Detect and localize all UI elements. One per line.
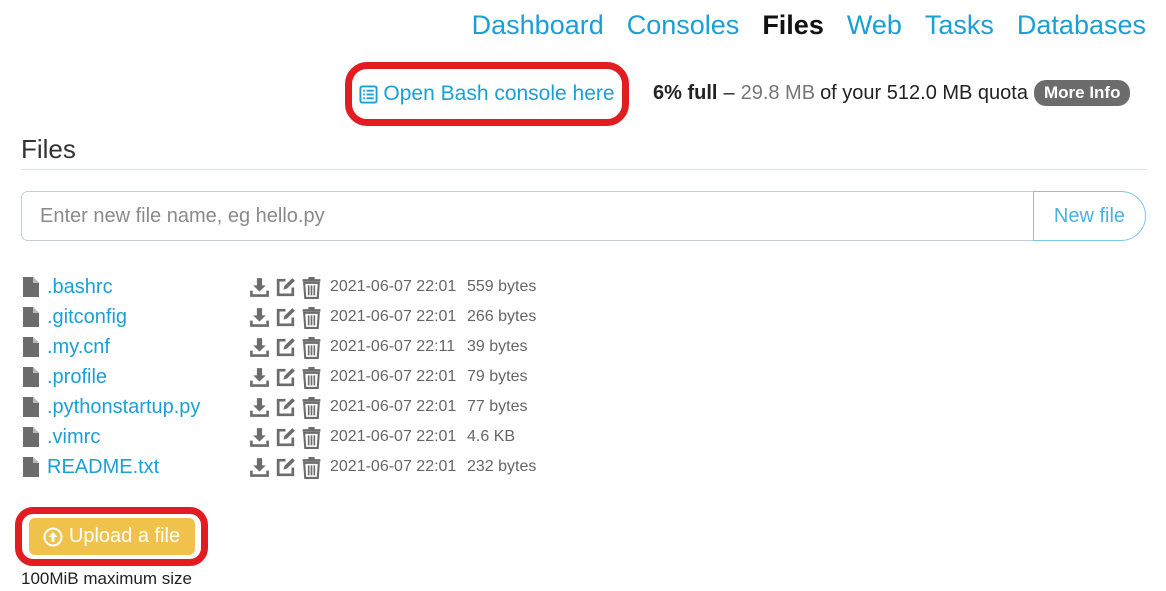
edit-icon[interactable] <box>274 456 297 479</box>
nav-databases[interactable]: Databases <box>1017 8 1146 42</box>
delete-trash-icon[interactable] <box>300 366 323 389</box>
delete-trash-icon[interactable] <box>300 456 323 479</box>
file-modified-time: 2021-06-07 22:01 <box>330 398 457 415</box>
download-icon[interactable] <box>248 426 271 449</box>
upload-circle-icon <box>43 527 63 546</box>
new-file-form: New file <box>21 191 1146 241</box>
upload-file-label: Upload a file <box>68 525 181 547</box>
file-actions <box>248 456 330 479</box>
quota-percent: 6% full <box>653 81 718 104</box>
file-name-link[interactable]: .my.cnf <box>47 336 248 359</box>
file-modified-time: 2021-06-07 22:01 <box>330 458 457 475</box>
file-modified-time: 2021-06-07 22:01 <box>330 428 457 445</box>
divider <box>21 169 1146 170</box>
file-actions <box>248 276 330 299</box>
download-icon[interactable] <box>248 456 271 479</box>
download-icon[interactable] <box>248 306 271 329</box>
nav-tasks[interactable]: Tasks <box>925 8 994 42</box>
download-icon[interactable] <box>248 396 271 419</box>
file-list: .bashrc 2021-06-07 22:01 559 bytes .gitconf… <box>21 272 536 482</box>
quota-separator: – <box>723 81 735 104</box>
file-modified-time: 2021-06-07 22:11 <box>330 338 456 355</box>
file-actions <box>248 396 330 419</box>
file-icon <box>23 307 39 327</box>
delete-trash-icon[interactable] <box>300 336 323 359</box>
edit-icon[interactable] <box>274 396 297 419</box>
file-modified-time: 2021-06-07 22:01 <box>330 368 457 385</box>
file-size: 39 bytes <box>467 338 528 355</box>
file-name-link[interactable]: .pythonstartup.py <box>47 396 248 419</box>
file-icon <box>23 337 39 357</box>
open-bash-console-label: Open Bash console here <box>383 82 615 105</box>
file-actions <box>248 336 330 359</box>
page-title: Files <box>21 134 76 164</box>
delete-trash-icon[interactable] <box>300 276 323 299</box>
nav-web[interactable]: Web <box>847 8 902 42</box>
file-actions <box>248 306 330 329</box>
file-modified-time: 2021-06-07 22:01 <box>330 278 457 295</box>
file-row: .bashrc 2021-06-07 22:01 559 bytes <box>21 272 536 302</box>
upload-file-button[interactable]: Upload a file <box>28 518 195 555</box>
file-actions <box>248 426 330 449</box>
delete-trash-icon[interactable] <box>300 396 323 419</box>
file-size: 559 bytes <box>467 278 537 295</box>
file-icon <box>23 397 39 417</box>
file-name-link[interactable]: .vimrc <box>47 426 248 449</box>
file-icon <box>23 427 39 447</box>
file-row: .my.cnf 2021-06-07 22:11 39 bytes <box>21 332 536 362</box>
file-icon <box>23 367 39 387</box>
file-size: 79 bytes <box>467 368 528 385</box>
bash-console-highlight: Open Bash console here <box>345 62 629 126</box>
file-size: 77 bytes <box>467 398 528 415</box>
file-icon <box>23 457 39 477</box>
edit-icon[interactable] <box>274 366 297 389</box>
upload-highlight: Upload a file <box>15 507 208 566</box>
new-file-name-input[interactable] <box>21 191 1033 241</box>
file-row: .pythonstartup.py 2021-06-07 22:01 77 byte… <box>21 392 536 422</box>
file-actions <box>248 366 330 389</box>
console-list-icon <box>359 84 378 104</box>
file-modified-time: 2021-06-07 22:01 <box>330 308 457 325</box>
file-row: .vimrc 2021-06-07 22:01 4.6 KB <box>21 422 536 452</box>
download-icon[interactable] <box>248 336 271 359</box>
edit-icon[interactable] <box>274 426 297 449</box>
download-icon[interactable] <box>248 276 271 299</box>
edit-icon[interactable] <box>274 336 297 359</box>
new-file-button[interactable]: New file <box>1033 191 1146 241</box>
delete-trash-icon[interactable] <box>300 306 323 329</box>
download-icon[interactable] <box>248 366 271 389</box>
more-info-button[interactable]: More Info <box>1033 80 1131 106</box>
file-row: README.txt 2021-06-07 22:01 232 bytes <box>21 452 536 482</box>
edit-icon[interactable] <box>274 276 297 299</box>
file-size: 4.6 KB <box>467 428 516 445</box>
file-size: 266 bytes <box>467 308 537 325</box>
open-bash-console-link[interactable]: Open Bash console here <box>359 82 615 106</box>
quota-info: 6% full – 29.8 MB of your 512.0 MB quota… <box>653 80 1131 106</box>
file-name-link[interactable]: .bashrc <box>47 276 248 299</box>
top-nav: Dashboard Consoles Files Web Tasks Datab… <box>472 8 1146 42</box>
nav-files[interactable]: Files <box>762 8 824 42</box>
upload-max-size-note: 100MiB maximum size <box>21 569 192 588</box>
quota-used: 29.8 MB <box>740 81 816 104</box>
file-name-link[interactable]: .gitconfig <box>47 306 248 329</box>
file-size: 232 bytes <box>467 458 537 475</box>
edit-icon[interactable] <box>274 306 297 329</box>
delete-trash-icon[interactable] <box>300 426 323 449</box>
file-name-link[interactable]: .profile <box>47 366 248 389</box>
file-row: .gitconfig 2021-06-07 22:01 266 bytes <box>21 302 536 332</box>
file-row: .profile 2021-06-07 22:01 79 bytes <box>21 362 536 392</box>
file-name-link[interactable]: README.txt <box>47 456 248 479</box>
nav-consoles[interactable]: Consoles <box>627 8 740 42</box>
nav-dashboard[interactable]: Dashboard <box>472 8 604 42</box>
quota-total: of your 512.0 MB quota <box>820 81 1028 104</box>
file-icon <box>23 277 39 297</box>
